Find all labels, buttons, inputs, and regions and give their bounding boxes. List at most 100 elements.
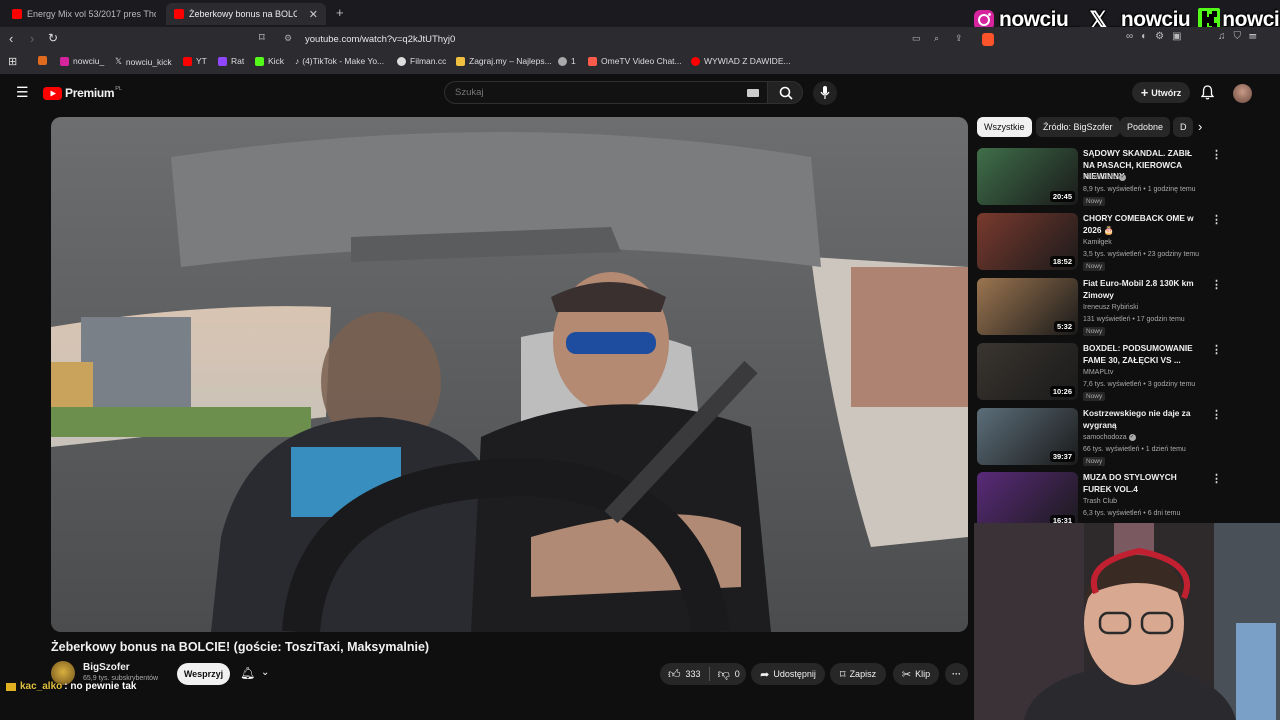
more-vertical-icon[interactable]: ⋮ bbox=[1211, 148, 1222, 161]
brave-shield-icon[interactable] bbox=[982, 33, 994, 46]
recommendation-title[interactable]: CHORY COMEBACK OME w 2026 🎂 bbox=[1083, 213, 1203, 236]
keyboard-icon[interactable] bbox=[747, 89, 759, 97]
toolbar-icons[interactable]: ♫⛉☰ bbox=[1218, 31, 1265, 42]
video-thumbnail[interactable]: 16:31 bbox=[977, 472, 1078, 529]
back-icon[interactable]: ‹ bbox=[9, 31, 13, 46]
duration-badge: 10:26 bbox=[1049, 386, 1075, 397]
bookmark-item[interactable]: 1 bbox=[558, 56, 576, 66]
bookmark-item[interactable]: nowciu_ bbox=[60, 56, 104, 66]
recommendation-title[interactable]: Fiat Euro-Mobil 2.8 130K km Zimowy bbox=[1083, 278, 1203, 301]
more-vertical-icon[interactable]: ⋮ bbox=[1211, 278, 1222, 291]
recommendation-title[interactable]: MUZA DO STYLOWYCH FUREK VOL.4 bbox=[1083, 472, 1203, 495]
recommendation-item[interactable]: 39:37 Kostrzewskiego nie daje za wygraną s… bbox=[977, 408, 1222, 466]
kick-icon bbox=[255, 56, 264, 66]
video-thumbnail[interactable]: 20:45 bbox=[977, 148, 1078, 205]
channel-name[interactable]: BigSzofer bbox=[83, 662, 130, 673]
chevron-down-icon[interactable]: ⌄ bbox=[261, 667, 269, 678]
recommendation-item[interactable]: 16:31 MUZA DO STYLOWYCH FUREK VOL.4 Trash … bbox=[977, 472, 1222, 530]
new-tab-icon[interactable]: + bbox=[336, 5, 344, 20]
save-label: Zapisz bbox=[849, 669, 877, 679]
close-icon[interactable]: ✕ bbox=[309, 8, 318, 21]
bookmark-item[interactable]: Rat bbox=[218, 56, 244, 66]
hamburger-menu-icon[interactable]: ☰ bbox=[16, 84, 29, 101]
extension-icons[interactable]: ∞◐⚙▣ bbox=[1126, 31, 1190, 42]
apps-grid-icon[interactable]: ⊞ bbox=[8, 55, 17, 68]
video-player[interactable] bbox=[51, 117, 968, 632]
recommendation-item[interactable]: 5:32 Fiat Euro-Mobil 2.8 130K km Zimowy Ir… bbox=[977, 278, 1222, 336]
site-info-icon[interactable]: ⚙ bbox=[284, 33, 292, 44]
logo-text: Premium bbox=[65, 86, 115, 100]
browser-tab-inactive[interactable]: Energy Mix vol 53/2017 pres Tho bbox=[4, 3, 164, 25]
chip-more[interactable]: D bbox=[1173, 117, 1193, 137]
bookmark-item[interactable]: WYWIAD Z DAWIDE... bbox=[691, 56, 791, 66]
x-icon: 𝕏 bbox=[115, 56, 122, 66]
bookmark-item[interactable]: ♪ (4)TikTok - Make Yo... bbox=[295, 56, 384, 66]
chip-related[interactable]: Podobne bbox=[1120, 117, 1171, 137]
clip-button[interactable]: ✂ Klip bbox=[893, 663, 939, 685]
bookmark-folder[interactable] bbox=[38, 56, 51, 65]
recommendation-title[interactable]: Kostrzewskiego nie daje za wygraną bbox=[1083, 408, 1203, 431]
more-actions-button[interactable]: ··· bbox=[945, 663, 968, 685]
recommendation-channel[interactable]: Kamiłgek bbox=[1083, 237, 1112, 248]
browser-tab-active[interactable]: Żeberkowy bonus na BOLCIE! ✕ bbox=[166, 3, 326, 25]
more-vertical-icon[interactable]: ⋮ bbox=[1211, 213, 1222, 226]
recommendation-channel[interactable]: MMAPLtv bbox=[1083, 367, 1113, 378]
more-vertical-icon[interactable]: ⋮ bbox=[1211, 408, 1222, 421]
bookmark-icon[interactable]: ⌑ bbox=[259, 31, 265, 44]
bookmark-item[interactable]: 𝕏nowciu_kick bbox=[115, 56, 172, 67]
zoom-icon[interactable]: ⌕ bbox=[934, 33, 939, 44]
subscription-bell-icon[interactable]: 🔔︎ bbox=[240, 666, 255, 680]
video-thumbnail[interactable]: 10:26 bbox=[977, 343, 1078, 400]
notifications-bell-icon[interactable] bbox=[1201, 85, 1214, 100]
chip-all[interactable]: Wszystkie bbox=[977, 117, 1032, 137]
channel-label: Trash Club bbox=[1083, 498, 1117, 505]
webcam-image bbox=[974, 523, 1280, 720]
search-input[interactable]: Szukaj bbox=[444, 81, 768, 104]
like-button[interactable]: 👍︎ 333 bbox=[668, 667, 701, 682]
recommendation-title[interactable]: BOXDEL: PODSUMOWANIE FAME 30, ZAŁĘCKI VS… bbox=[1083, 343, 1203, 366]
new-badge: Nowy bbox=[1083, 262, 1106, 271]
share-button[interactable]: ➦ Udostępnij bbox=[751, 663, 825, 685]
support-button[interactable]: Wesprzyj bbox=[177, 663, 230, 685]
chip-source[interactable]: Źródło: BigSzofer bbox=[1036, 117, 1120, 137]
video-title: Żeberkowy bonus na BOLCIE! (goście: Tosz… bbox=[51, 640, 430, 654]
bookmark-label: Kick bbox=[268, 56, 285, 66]
divider bbox=[708, 667, 710, 681]
bookmark-item[interactable]: OmeTV Video Chat... bbox=[588, 56, 682, 66]
avatar[interactable] bbox=[1233, 84, 1252, 103]
bookmark-item[interactable]: Zagraj.my – Najleps... bbox=[456, 56, 552, 66]
address-bar[interactable]: ⚙ youtube.com/watch?v=q2kJtUThyj0 ▭ ⌕ ⇪ bbox=[278, 30, 970, 49]
recommendation-item[interactable]: 10:26 BOXDEL: PODSUMOWANIE FAME 30, ZAŁĘC… bbox=[977, 343, 1222, 401]
recommendation-channel[interactable]: samochodoza ✓ bbox=[1083, 432, 1136, 443]
voice-search-button[interactable] bbox=[813, 81, 837, 105]
recommendation-channel[interactable]: Trash Club bbox=[1083, 496, 1117, 507]
recommendation-channel[interactable]: Kanał Zero ✓ bbox=[1083, 172, 1127, 183]
recommendation-item[interactable]: 18:52 CHORY COMEBACK OME w 2026 🎂 Kamiłgek… bbox=[977, 213, 1222, 271]
cast-icon[interactable]: ▭ bbox=[912, 33, 921, 44]
create-button[interactable]: + Utwórz bbox=[1132, 82, 1190, 103]
youtube-logo[interactable]: Premium PL bbox=[43, 86, 122, 100]
video-thumbnail[interactable]: 5:32 bbox=[977, 278, 1078, 335]
bookmark-item[interactable]: Kick bbox=[255, 56, 284, 66]
webcam-overlay bbox=[974, 523, 1280, 720]
share-icon[interactable]: ⇪ bbox=[955, 33, 963, 44]
bookmark-item[interactable]: YT bbox=[183, 56, 207, 66]
youtube-play-icon bbox=[43, 86, 62, 100]
more-vertical-icon[interactable]: ⋮ bbox=[1211, 472, 1222, 485]
recommendation-item[interactable]: 20:45 SĄDOWY SKANDAL. ZABIŁ NA PASACH, KI… bbox=[977, 148, 1222, 206]
bookmark-label: nowciu_kick bbox=[125, 56, 172, 67]
recommendation-channel[interactable]: Ireneusz Rybiński bbox=[1083, 302, 1138, 313]
more-vertical-icon[interactable]: ⋮ bbox=[1211, 343, 1222, 356]
video-thumbnail[interactable]: 18:52 bbox=[977, 213, 1078, 270]
chat-badge-icon bbox=[6, 682, 16, 691]
save-button[interactable]: ⌑ Zapisz bbox=[830, 663, 886, 685]
chevron-right-icon[interactable]: › bbox=[1198, 119, 1202, 134]
globe-icon bbox=[558, 56, 567, 66]
reload-icon[interactable]: ↻ bbox=[48, 31, 58, 45]
video-thumbnail[interactable]: 39:37 bbox=[977, 408, 1078, 465]
bookmark-label: (4)TikTok - Make Yo... bbox=[302, 56, 385, 66]
dislike-button[interactable]: 👎︎ 0 bbox=[718, 667, 740, 682]
bookmark-item[interactable]: Filman.cc bbox=[397, 56, 446, 66]
search-button[interactable] bbox=[767, 81, 803, 104]
forward-icon[interactable]: › bbox=[30, 31, 34, 46]
